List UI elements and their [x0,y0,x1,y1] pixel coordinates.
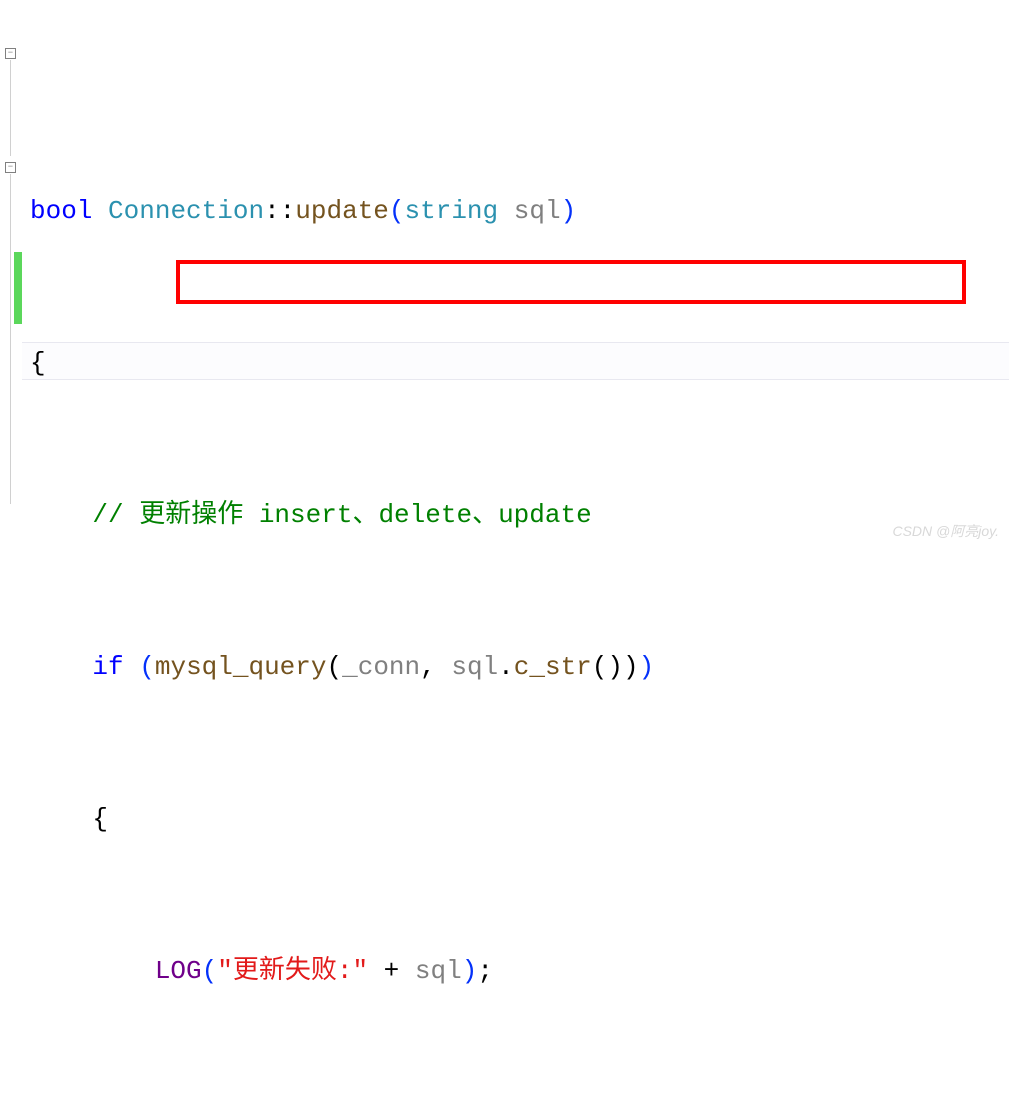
fold-minus-icon[interactable]: − [5,48,16,59]
highlight-box [176,260,966,304]
change-marker [14,252,22,324]
code-line: bool Connection::update(string sql) [30,192,1009,230]
code-line: { [30,344,1009,382]
editor-gutter: − − [0,0,22,547]
fold-guide-line [10,174,11,504]
code-line: { [30,800,1009,838]
code-area[interactable]: bool Connection::update(string sql) { //… [22,0,1009,547]
code-line: // 更新操作 insert、delete、update [30,496,1009,534]
code-line: if (mysql_query(_conn, sql.c_str())) [30,648,1009,686]
code-editor[interactable]: − − bool Connection::update(string sql) … [0,0,1009,547]
fold-minus-icon[interactable]: − [5,162,16,173]
code-line: LOG("更新失败:" + sql); [30,952,1009,990]
fold-guide-line [10,60,11,156]
watermark-text: CSDN @阿亮joy. [892,521,999,541]
